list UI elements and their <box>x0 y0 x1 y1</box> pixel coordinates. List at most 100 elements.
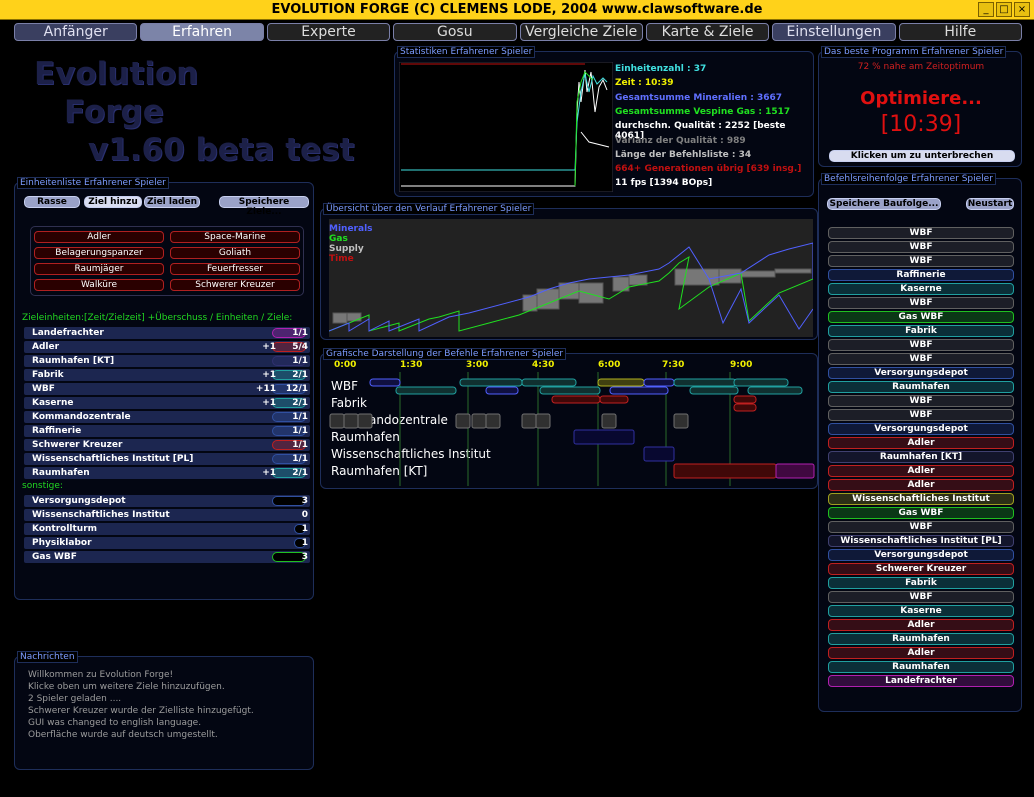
unit-row[interactable]: Kaserne +1 2/1 <box>24 397 310 409</box>
order-item[interactable]: Versorgungsdepot <box>828 367 1014 379</box>
unit-row[interactable]: WBF +11 12/1 <box>24 383 310 395</box>
goal-button[interactable]: Space-Marine <box>170 231 300 243</box>
timeline-time-label: 0:00 <box>334 360 357 370</box>
order-item[interactable]: WBF <box>828 339 1014 351</box>
order-item[interactable]: WBF <box>828 255 1014 267</box>
unit-count: 1/1 <box>292 412 308 422</box>
order-item[interactable]: Raumhafen <box>828 633 1014 645</box>
unit-count: 1/1 <box>292 328 308 338</box>
goal-button[interactable]: Adler <box>34 231 164 243</box>
unit-surplus: +1 <box>262 342 276 352</box>
order-item[interactable]: Kaserne <box>828 283 1014 295</box>
message-line: Willkommen zu Evolution Forge! <box>28 670 174 680</box>
goal-button[interactable]: Raumjäger <box>34 263 164 275</box>
order-item[interactable]: Adler <box>828 647 1014 659</box>
order-item[interactable]: Fabrik <box>828 577 1014 589</box>
legend-gas: Gas <box>329 234 348 244</box>
order-item[interactable]: Versorgungsdepot <box>828 549 1014 561</box>
order-item[interactable]: Versorgungsdepot <box>828 423 1014 435</box>
stat-line: Einheitenzahl : 37 <box>615 64 707 74</box>
tab-hilfe[interactable]: Hilfe <box>898 23 1022 41</box>
kommandozentrale-bars <box>329 413 689 429</box>
maximize-button[interactable]: □ <box>996 2 1012 17</box>
unit-row[interactable]: Landefrachter 1/1 <box>24 327 310 339</box>
unit-row[interactable]: Wissenschaftliches Institut [PL] 1/1 <box>24 453 310 465</box>
unit-name: WBF <box>32 384 55 394</box>
order-item[interactable]: Kaserne <box>828 605 1014 617</box>
order-item[interactable]: Gas WBF <box>828 507 1014 519</box>
goal-button[interactable]: Schwerer Kreuzer <box>170 279 300 291</box>
tab-einstellungen[interactable]: Einstellungen <box>772 23 896 41</box>
institut-bar <box>643 446 675 462</box>
unit-row[interactable]: Raumhafen [KT] 1/1 <box>24 355 310 367</box>
window-titlebar[interactable]: EVOLUTION FORGE (C) CLEMENS LODE, 2004 w… <box>0 0 1034 20</box>
best-program-title: Das beste Programm Erfahrener Spieler <box>821 46 1007 58</box>
order-item[interactable]: WBF <box>828 409 1014 421</box>
timeline-time-label: 7:30 <box>662 360 685 370</box>
tab-erfahren[interactable]: Erfahren <box>140 23 264 41</box>
save-goals-button[interactable]: Speichere Ziele... <box>219 196 309 217</box>
order-item[interactable]: WBF <box>828 521 1014 533</box>
goal-button[interactable]: Feuerfresser <box>170 263 300 275</box>
order-item[interactable]: Adler <box>828 619 1014 631</box>
minimize-button[interactable]: _ <box>978 2 994 17</box>
unit-row[interactable]: Raffinerie 1/1 <box>24 425 310 437</box>
unit-row[interactable]: Raumhafen +1 2/1 <box>24 467 310 479</box>
main-tabs: Anfänger Erfahren Experte Gosu Vergleich… <box>14 23 1022 41</box>
other-unit-row[interactable]: Physiklabor 1 <box>24 537 310 549</box>
order-item[interactable]: WBF <box>828 395 1014 407</box>
tab-anfaenger[interactable]: Anfänger <box>14 23 138 41</box>
tab-karte-ziele[interactable]: Karte & Ziele <box>645 23 770 41</box>
order-item[interactable]: Fabrik <box>828 325 1014 337</box>
goal-button[interactable]: Goliath <box>170 247 300 259</box>
order-item[interactable]: Gas WBF <box>828 311 1014 323</box>
message-line: 2 Spieler geladen .... <box>28 694 122 704</box>
load-goal-button[interactable]: Ziel laden <box>144 196 200 208</box>
unit-name: Gas WBF <box>32 552 77 562</box>
other-unit-row[interactable]: Gas WBF 3 <box>24 551 310 563</box>
order-item[interactable]: Adler <box>828 437 1014 449</box>
unit-name: Physiklabor <box>32 538 92 548</box>
save-build-order-button[interactable]: Speichere Baufolge... <box>827 198 941 210</box>
order-item[interactable]: Adler <box>828 465 1014 477</box>
raumhafen-kt-bar-1 <box>673 463 777 479</box>
unit-count: 3 <box>301 552 308 562</box>
order-item[interactable]: WBF <box>828 241 1014 253</box>
raumhafen-kt-bar-2 <box>775 463 815 479</box>
order-item[interactable]: Schwerer Kreuzer <box>828 563 1014 575</box>
unit-row[interactable]: Adler +1 5/4 <box>24 341 310 353</box>
order-item[interactable]: WBF <box>828 353 1014 365</box>
goal-button[interactable]: Walküre <box>34 279 164 291</box>
unit-name: Raumhafen <box>32 468 90 478</box>
order-item[interactable]: WBF <box>828 591 1014 603</box>
goal-button[interactable]: Belagerungspanzer <box>34 247 164 259</box>
order-item[interactable]: WBF <box>828 297 1014 309</box>
legend-minerals: Minerals <box>329 224 373 234</box>
interrupt-button[interactable]: Klicken um zu unterbrechen <box>829 150 1015 162</box>
other-unit-row[interactable]: Wissenschaftliches Institut 0 <box>24 509 310 521</box>
unit-count: 2/1 <box>292 398 308 408</box>
unit-row[interactable]: Schwerer Kreuzer 1/1 <box>24 439 310 451</box>
unit-name: Raumhafen [KT] <box>32 356 115 366</box>
stat-line: Varianz der Qualität : 989 <box>615 135 746 146</box>
restart-button[interactable]: Neustart <box>966 198 1014 210</box>
other-unit-row[interactable]: Versorgungsdepot 3 <box>24 495 310 507</box>
order-item[interactable]: Raumhafen <box>828 381 1014 393</box>
order-item[interactable]: Wissenschaftliches Institut [PL] <box>828 535 1014 547</box>
order-item[interactable]: Adler <box>828 479 1014 491</box>
order-item[interactable]: Raumhafen [KT] <box>828 451 1014 463</box>
race-button[interactable]: Rasse <box>24 196 80 208</box>
tab-vergleiche-ziele[interactable]: Vergleiche Ziele <box>519 23 643 41</box>
other-unit-row[interactable]: Kontrollturm 1 <box>24 523 310 535</box>
unit-row[interactable]: Fabrik +1 2/1 <box>24 369 310 381</box>
order-item[interactable]: Wissenschaftliches Institut <box>828 493 1014 505</box>
order-item[interactable]: Landefrachter <box>828 675 1014 687</box>
add-goal-button[interactable]: Ziel hinzu <box>84 196 142 208</box>
tab-gosu[interactable]: Gosu <box>393 23 517 41</box>
tab-experte[interactable]: Experte <box>266 23 391 41</box>
unit-row[interactable]: Kommandozentrale 1/1 <box>24 411 310 423</box>
order-item[interactable]: WBF <box>828 227 1014 239</box>
close-button[interactable]: × <box>1014 2 1030 17</box>
order-item[interactable]: Raumhafen <box>828 661 1014 673</box>
order-item[interactable]: Raffinerie <box>828 269 1014 281</box>
